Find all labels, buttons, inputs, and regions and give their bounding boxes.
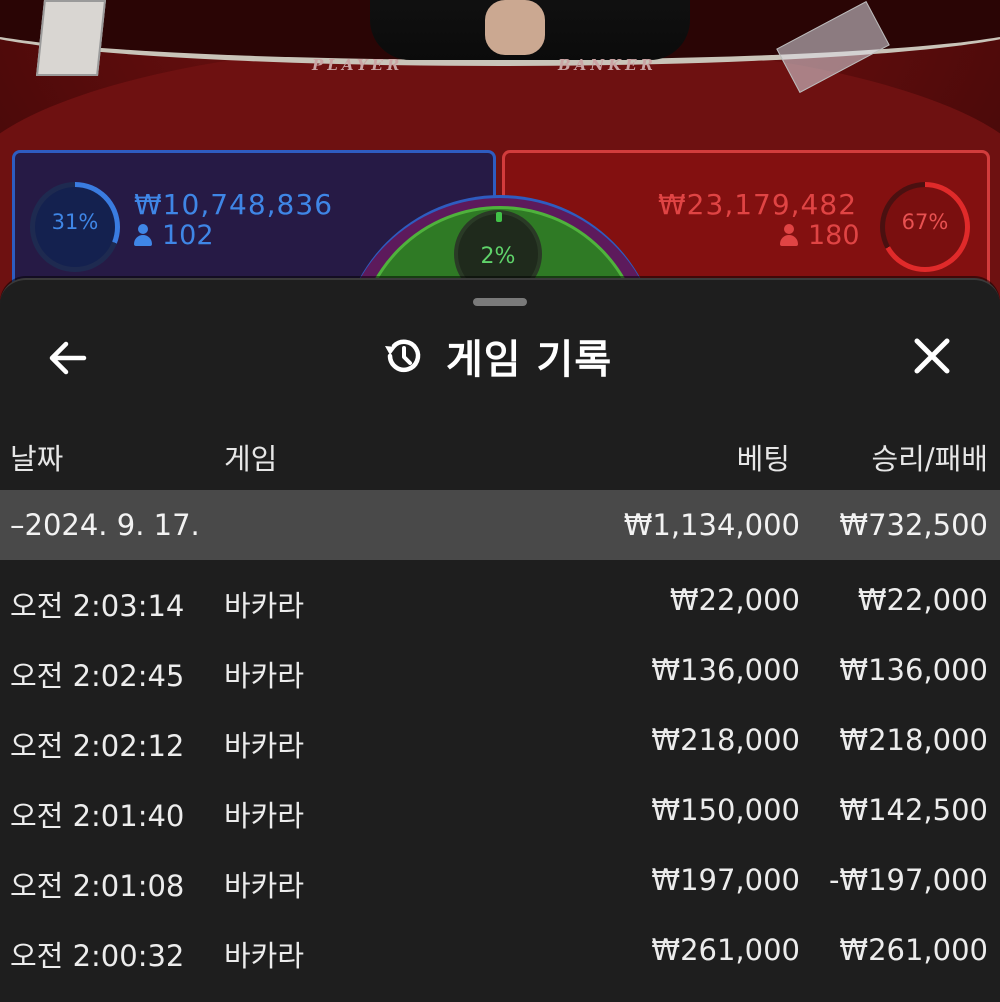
row-result: ₩136,000 [839,653,988,687]
history-list: 오전 2:03:14 바카라 ₩22,000 ₩22,000 오전 2:02:4… [0,567,1000,987]
tie-percent: 2% [480,244,516,269]
banker-bettor-count: 180 [780,220,860,251]
row-bet: ₩150,000 [651,793,800,827]
row-game: 바카라 [224,729,305,763]
sheet-drag-handle[interactable] [473,298,527,306]
table-row[interactable]: 오전 2:02:12 바카라 ₩218,000 ₩218,000 [0,707,1000,777]
close-icon [914,338,950,374]
row-game: 바카라 [224,799,305,833]
column-date: 날짜 [10,442,64,476]
back-button[interactable] [44,334,92,382]
table-banker-word: BANKER [558,56,657,74]
column-game: 게임 [224,442,278,476]
banker-percent-ring: 67% [880,182,970,272]
row-time: 오전 2:02:45 [10,659,185,693]
column-result: 승리/패배 [871,442,989,476]
row-bet: ₩197,000 [651,863,800,897]
row-game: 바카라 [224,939,305,973]
table-header: 날짜 게임 베팅 승리/패배 [0,430,1000,480]
row-time: 오전 2:02:12 [10,729,185,763]
card-deck [36,0,106,76]
row-bet: ₩261,000 [651,933,800,967]
row-bet: ₩22,000 [669,583,800,617]
row-result: ₩261,000 [839,933,988,967]
arrow-left-icon [49,341,87,375]
table-row[interactable]: 오전 2:01:08 바카라 ₩197,000 -₩197,000 [0,847,1000,917]
summary-date: –2024. 9. 17. [10,508,200,542]
row-result: ₩22,000 [857,583,988,617]
table-row[interactable]: 오전 2:02:45 바카라 ₩136,000 ₩136,000 [0,637,1000,707]
row-bet: ₩218,000 [651,723,800,757]
sheet-header: 게임 기록 [380,328,612,384]
player-percent: 31% [51,210,99,234]
page-title: 게임 기록 [446,337,613,383]
row-time: 오전 2:01:40 [10,799,185,833]
player-percent-ring: 31% [30,182,120,272]
column-bet: 베팅 [736,442,790,476]
player-count-value: 102 [162,220,214,251]
close-button[interactable] [908,332,956,380]
history-clock-icon [385,339,421,373]
row-result: -₩197,000 [828,863,988,897]
person-icon [134,224,152,246]
row-time: 오전 2:00:32 [10,939,185,973]
row-game: 바카라 [224,589,305,623]
banker-count-value: 180 [808,220,860,251]
table-player-word: PLAYER [312,56,404,74]
row-time: 오전 2:03:14 [10,589,185,623]
person-icon [780,224,798,246]
row-game: 바카라 [224,659,305,693]
table-row[interactable]: 오전 2:01:40 바카라 ₩150,000 ₩142,500 [0,777,1000,847]
row-result: ₩142,500 [839,793,988,827]
table-row[interactable]: 오전 2:03:14 바카라 ₩22,000 ₩22,000 [0,567,1000,637]
banker-percent: 67% [901,210,949,234]
row-game: 바카라 [224,869,305,903]
row-result: ₩218,000 [839,723,988,757]
player-total-amount: ₩10,748,836 [134,188,334,221]
summary-bet-total: ₩1,134,000 [623,508,800,542]
row-time: 오전 2:01:08 [10,869,185,903]
game-history-sheet: 게임 기록 날짜 게임 베팅 승리/패배 –2024. 9. 17. ₩1,13… [0,278,1000,1002]
dealer-hands [485,0,545,55]
summary-result-total: ₩732,500 [839,508,988,542]
player-bettor-count: 102 [134,220,214,251]
date-summary-row[interactable]: –2024. 9. 17. ₩1,134,000 ₩732,500 [0,490,1000,560]
row-bet: ₩136,000 [651,653,800,687]
banker-total-amount: ₩23,179,482 [658,188,858,221]
table-row[interactable]: 오전 2:00:32 바카라 ₩261,000 ₩261,000 [0,917,1000,987]
